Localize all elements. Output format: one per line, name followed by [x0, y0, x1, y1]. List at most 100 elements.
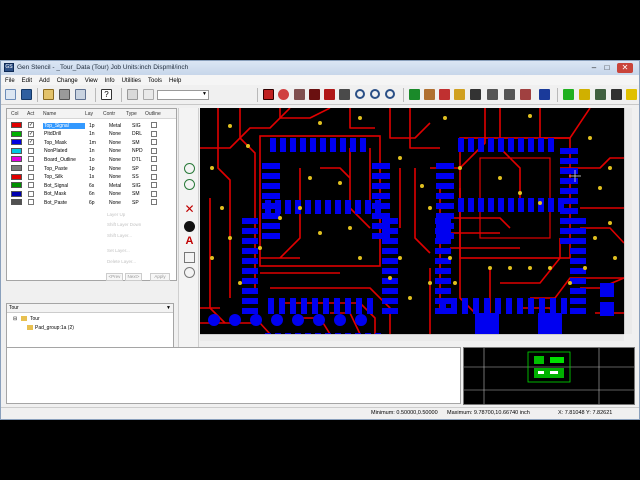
- layer-grid-icon[interactable]: [595, 89, 606, 100]
- save-icon[interactable]: [21, 89, 32, 100]
- close-button[interactable]: ✕: [617, 63, 633, 73]
- ruler-icon[interactable]: [539, 89, 550, 100]
- layer-outline-checkbox[interactable]: [151, 165, 157, 171]
- next-button[interactable]: Next>: [125, 273, 142, 281]
- menu-view[interactable]: View: [81, 75, 101, 85]
- run-icon[interactable]: [563, 89, 574, 100]
- columns-icon[interactable]: [504, 89, 515, 100]
- text-icon[interactable]: A: [184, 236, 195, 247]
- open-folder-icon[interactable]: [43, 89, 54, 100]
- tree-child[interactable]: Pad_group:1a (2): [35, 325, 74, 331]
- layer-color-swatch[interactable]: [11, 147, 22, 154]
- copy-icon[interactable]: [184, 252, 195, 263]
- zoom-in-icon[interactable]: [370, 89, 380, 99]
- export-icon[interactable]: [75, 89, 86, 100]
- overview-preview[interactable]: [463, 347, 635, 405]
- drc-icon[interactable]: [409, 89, 420, 100]
- delete-icon[interactable]: ✕: [184, 203, 195, 215]
- layer-outline-checkbox[interactable]: [151, 147, 157, 154]
- select-area-icon[interactable]: [143, 89, 154, 100]
- vertical-scrollbar[interactable]: [624, 108, 632, 334]
- layer-row[interactable]: ✓ PltdDrill 1n None DRL: [7, 130, 176, 139]
- layer-outline-checkbox[interactable]: [151, 156, 157, 163]
- apply-button[interactable]: Apply: [150, 273, 170, 281]
- layer-row[interactable]: NonPlated 1n None NPD: [7, 147, 176, 156]
- trace-icon[interactable]: [294, 89, 305, 100]
- layer-row[interactable]: Board_Outline 1o None DTL: [7, 155, 176, 164]
- flag-icon[interactable]: [439, 89, 450, 100]
- menu-utilities[interactable]: Utilities: [118, 75, 144, 85]
- layer-row[interactable]: Top_Silk 1s None SS: [7, 173, 176, 182]
- zoom-fit-icon[interactable]: [184, 163, 195, 174]
- aperture-icon[interactable]: [470, 89, 481, 100]
- zoom-icon[interactable]: [355, 89, 365, 99]
- menu-info[interactable]: Info: [101, 75, 118, 85]
- stencil-icon[interactable]: [454, 89, 465, 100]
- zoom-out-icon[interactable]: [385, 89, 395, 99]
- flash-icon[interactable]: [309, 89, 320, 100]
- layer-outline-checkbox[interactable]: [151, 173, 157, 180]
- layer-active-checkbox[interactable]: [28, 182, 34, 189]
- menu-help[interactable]: Help: [165, 75, 184, 85]
- stop-icon[interactable]: [626, 89, 637, 100]
- menu-add[interactable]: Add: [35, 75, 53, 85]
- minimize-button[interactable]: –: [588, 63, 600, 73]
- rows-icon[interactable]: [487, 89, 498, 100]
- layer-outline-checkbox[interactable]: [151, 182, 157, 189]
- layer-active-checkbox[interactable]: [28, 156, 34, 163]
- tree-expand-icon[interactable]: ⊟: [13, 316, 17, 322]
- help-cursor-icon[interactable]: ?: [101, 89, 112, 100]
- layer-color-swatch[interactable]: [11, 199, 22, 206]
- layer-color-swatch[interactable]: [11, 139, 22, 146]
- layer-outline-checkbox[interactable]: [151, 122, 157, 128]
- layer-outline-checkbox[interactable]: [151, 199, 157, 206]
- menu-change[interactable]: Change: [53, 75, 81, 85]
- layer-active-checkbox[interactable]: ✓: [28, 139, 34, 146]
- pad-icon[interactable]: [278, 89, 289, 100]
- menu-file[interactable]: File: [1, 75, 18, 85]
- layer-color-swatch[interactable]: [11, 173, 22, 180]
- measure-icon[interactable]: [424, 89, 435, 100]
- rotate-icon[interactable]: [184, 267, 195, 278]
- layer-color-swatch[interactable]: [11, 182, 22, 189]
- layer-color-swatch[interactable]: [11, 190, 22, 197]
- layer-row[interactable]: Top_Paste 1p None SP: [7, 164, 176, 173]
- layer-active-checkbox[interactable]: [28, 165, 34, 171]
- bomb-icon[interactable]: [184, 221, 195, 232]
- tree-combo[interactable]: Tour ▼: [7, 304, 173, 313]
- net-icon[interactable]: [339, 89, 350, 100]
- grid-icon[interactable]: [127, 89, 138, 100]
- layer-color-swatch[interactable]: [11, 130, 22, 137]
- pcb-canvas[interactable]: [200, 108, 624, 334]
- highlight-icon[interactable]: [263, 89, 274, 100]
- new-file-icon[interactable]: [5, 89, 16, 100]
- maximize-button[interactable]: □: [601, 63, 613, 73]
- menu-tools[interactable]: Tools: [144, 75, 165, 85]
- layer-color-swatch[interactable]: [11, 122, 22, 128]
- report-icon[interactable]: [520, 89, 531, 100]
- layer-active-checkbox[interactable]: ✓: [28, 122, 34, 128]
- layer-outline-checkbox[interactable]: [151, 130, 157, 137]
- tree-root[interactable]: Tour: [30, 316, 40, 322]
- layer-active-checkbox[interactable]: ✓: [28, 130, 34, 137]
- prev-button[interactable]: <Prev: [106, 273, 123, 281]
- horizontal-scrollbar[interactable]: [200, 334, 624, 341]
- marker-icon[interactable]: [579, 89, 590, 100]
- layer-row[interactable]: Bot_Paste 6p None SP: [7, 198, 176, 207]
- print-icon[interactable]: [59, 89, 70, 100]
- menu-edit[interactable]: Edit: [18, 75, 35, 85]
- layer-active-checkbox[interactable]: [28, 173, 34, 180]
- polygon-icon[interactable]: [324, 89, 335, 100]
- layer-combo[interactable]: ▼: [157, 90, 209, 100]
- layer-outline-checkbox[interactable]: [151, 190, 157, 197]
- layer-row[interactable]: ✓ Top_Signal 1p Metal SIG: [7, 121, 176, 130]
- zoom-window-icon[interactable]: [184, 179, 195, 190]
- layer-active-checkbox[interactable]: [28, 190, 34, 197]
- layer-row[interactable]: Bot_Mask 6n None SM: [7, 190, 176, 199]
- layer-color-swatch[interactable]: [11, 165, 22, 171]
- layer-active-checkbox[interactable]: [28, 199, 34, 206]
- settings-icon[interactable]: [611, 89, 622, 100]
- layer-color-swatch[interactable]: [11, 156, 22, 163]
- layer-row[interactable]: Bot_Signal 6s Metal SIG: [7, 181, 176, 190]
- layer-active-checkbox[interactable]: [28, 147, 34, 154]
